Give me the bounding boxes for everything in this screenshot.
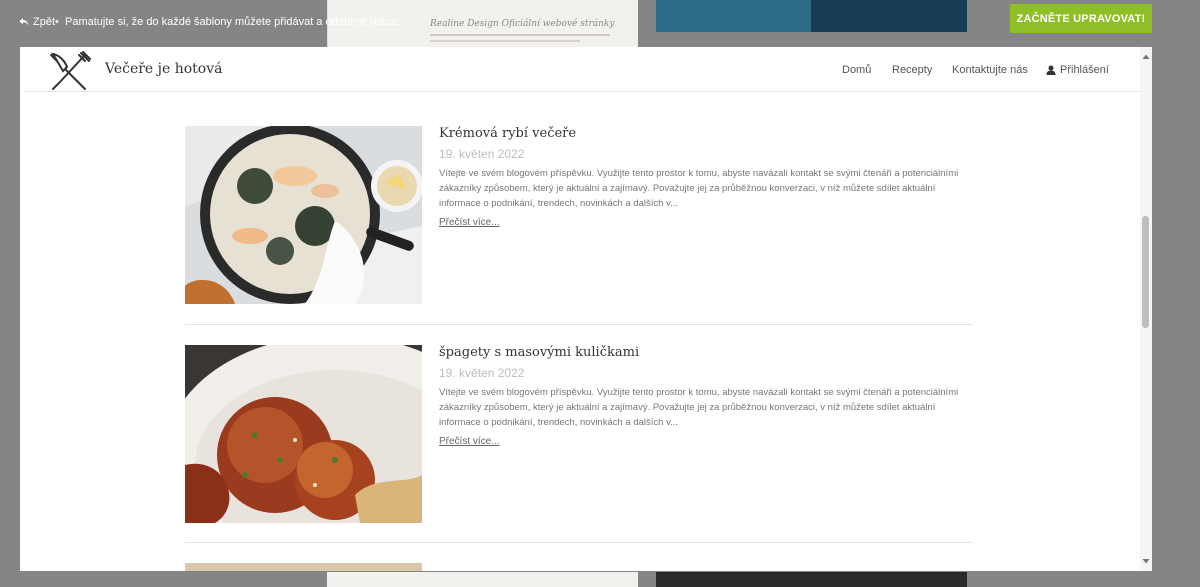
start-editing-button[interactable]: ZAČNĚTE UPRAVOVAT!: [1010, 4, 1152, 33]
post-title[interactable]: Krémová rybí večeře: [439, 126, 576, 141]
post-divider: [185, 324, 973, 325]
post-date: 19. květen 2022: [439, 147, 525, 161]
site-header: Večeře je hotová Domů Recepty Kontaktujt…: [24, 47, 1152, 92]
post-title[interactable]: špagety s masovými kuličkami: [439, 345, 639, 360]
nav-contact[interactable]: Kontaktujte nás: [952, 64, 1028, 76]
template-hint: Pamatujte si, že do každé šablony můžete…: [55, 16, 401, 28]
scroll-thumb[interactable]: [1142, 216, 1149, 328]
back-label: Zpět: [33, 16, 56, 28]
post-excerpt: Vítejte ve svém blogovém příspěvku. Využ…: [439, 168, 959, 209]
post-image[interactable]: [185, 126, 422, 304]
nav-home[interactable]: Domů: [842, 64, 871, 76]
post-image[interactable]: [185, 345, 422, 523]
back-arrow-icon: [19, 18, 29, 26]
background-preview-image: [656, 0, 811, 32]
read-more-link[interactable]: Přečíst více...: [439, 436, 500, 447]
post-excerpt: Vítejte ve svém blogovém příspěvku. Využ…: [439, 387, 959, 428]
nav-login[interactable]: Přihlášení: [1046, 64, 1109, 76]
post-divider: [185, 542, 973, 543]
nav-recipes[interactable]: Recepty: [892, 64, 932, 76]
user-icon: [1046, 65, 1056, 75]
site-name[interactable]: Večeře je hotová: [105, 61, 223, 77]
nav-login-label: Přihlášení: [1060, 64, 1109, 76]
post-image[interactable]: [185, 563, 422, 571]
background-template-preview-bottom-left: [327, 572, 638, 587]
preview-scrollbar[interactable]: [1140, 47, 1152, 571]
scroll-down-icon[interactable]: [1142, 557, 1150, 565]
scroll-up-icon[interactable]: [1142, 53, 1150, 61]
post-date: 19. květen 2022: [439, 366, 525, 380]
fork-knife-logo-icon[interactable]: [45, 51, 91, 91]
template-preview-frame: Večeře je hotová Domů Recepty Kontaktujt…: [20, 47, 1152, 571]
read-more-link[interactable]: Přečíst více...: [439, 217, 500, 228]
background-preview-title: Realine Design Oficiální webové stránky: [430, 19, 615, 29]
background-preview-line: [430, 34, 610, 36]
background-template-preview-bottom-right: [656, 572, 967, 587]
background-preview-line: [430, 40, 580, 42]
back-link[interactable]: Zpět: [19, 16, 55, 28]
background-template-preview-right: [656, 0, 967, 32]
